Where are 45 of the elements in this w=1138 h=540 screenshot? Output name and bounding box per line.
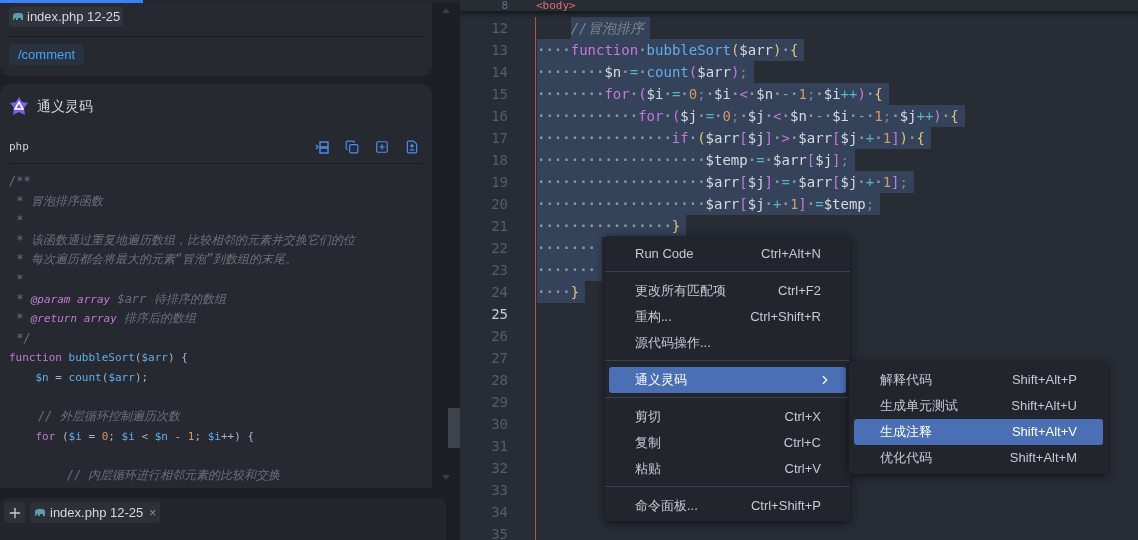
menu-item[interactable]: Run Code Ctrl+Alt+N <box>605 241 850 267</box>
code-line: for ($i = 0; $i < $n - 1; $i++) { <box>34 429 255 443</box>
menu-item[interactable]: 解释代码 Shift+Alt+P <box>854 367 1103 393</box>
elephant-icon <box>34 508 46 517</box>
line-number: 8 <box>500 0 508 11</box>
close-button[interactable]: × <box>149 503 157 522</box>
menu-item[interactable]: 更改所有匹配项 Ctrl+F2 <box>605 278 850 304</box>
scrollbar-thumb[interactable] <box>448 408 460 448</box>
menu-item[interactable]: 粘贴 Ctrl+V <box>605 456 850 482</box>
assistant-name: 通义灵码 <box>37 96 93 116</box>
elephant-icon <box>12 12 24 21</box>
logo-icon <box>9 96 29 116</box>
code-line: * 该函数通过重复地遍历数组，比较相邻的元素并交换它们的位 <box>15 233 355 247</box>
menu-item[interactable]: 源代码操作... <box>605 330 850 356</box>
menu-item[interactable]: 生成单元测试 Shift+Alt+U <box>854 393 1103 419</box>
insert-icon[interactable] <box>315 140 329 154</box>
code-line: * @return array 排序后的数组 <box>15 312 197 326</box>
plus-square-icon[interactable] <box>375 140 389 154</box>
code-line: */ <box>15 331 31 345</box>
code-line: * @param array $arr 待排序的数组 <box>15 292 226 306</box>
menu-item[interactable]: 优化代码 Shift+Alt+M <box>854 445 1103 471</box>
code-line: function bubbleSort($arr) { <box>9 351 188 365</box>
add-context-button[interactable] <box>4 502 25 523</box>
code-line: /** <box>9 175 31 188</box>
menu-item[interactable]: 剪切 Ctrl+X <box>605 404 850 430</box>
menu-item[interactable]: 命令面板... Ctrl+Shift+P <box>605 493 850 519</box>
code-language: php <box>9 138 29 155</box>
file-chip[interactable]: index.php 12-25 <box>9 6 124 27</box>
copy-icon[interactable] <box>345 140 359 154</box>
context-tab[interactable]: index.php 12-25 × <box>30 502 161 523</box>
menu-item[interactable]: 复制 Ctrl+C <box>605 430 850 456</box>
code-line: $n = count($arr); <box>34 370 149 384</box>
code-line: <body> <box>536 0 576 11</box>
menu-item[interactable]: 重构... Ctrl+Shift+R <box>605 304 850 330</box>
code-line: * <box>15 214 24 228</box>
code-line: * 冒泡排序函数 <box>15 194 103 208</box>
code-line: // 内层循环进行相邻元素的比较和交换 <box>65 468 281 482</box>
code-line: * <box>15 272 24 286</box>
menu-item[interactable]: 生成注释 Shift+Alt+V <box>854 419 1103 445</box>
line-number: 25 <box>490 305 508 324</box>
menu-item[interactable]: 通义灵码 <box>609 367 846 393</box>
command-chip: /comment <box>9 44 85 65</box>
code-line: * 每次遍历都会将最大的元素“冒泡”到数组的末尾。 <box>15 253 298 267</box>
file-diff-icon[interactable] <box>405 140 419 154</box>
code-line: // 外层循环控制遍历次数 <box>36 410 180 424</box>
